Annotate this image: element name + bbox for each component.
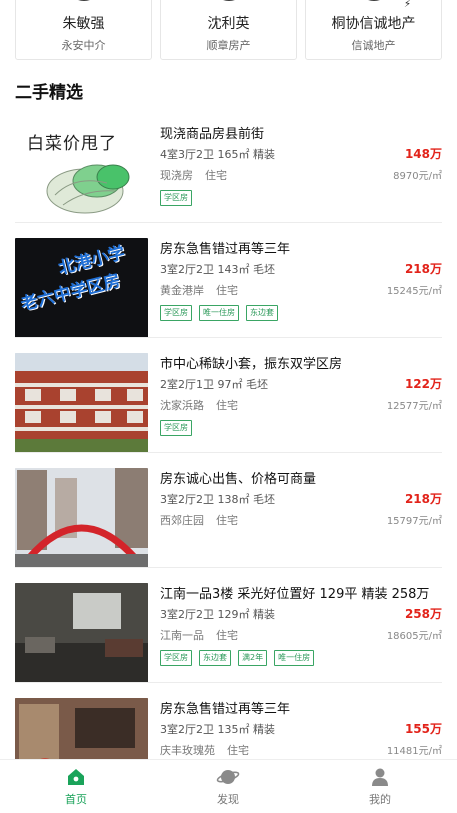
unit-price: 15797元/㎡ — [386, 516, 442, 527]
listing-thumbnail — [15, 353, 148, 453]
tag: 学区房 — [160, 650, 192, 666]
tag: 满2年 — [238, 650, 268, 666]
tab-discover[interactable]: 发现 — [152, 766, 304, 807]
listing-location: 沈家浜路 住宅 — [160, 397, 238, 413]
bottom-tab-bar: 首页 发现 我的 — [0, 759, 457, 813]
avatar — [65, 0, 102, 1]
tab-home[interactable]: 首页 — [0, 766, 152, 807]
listing-spec: 3室2厅2卫 129㎡ 精装 — [160, 608, 275, 621]
tag-list: 学区房 东边套 满2年 唯一住房 — [160, 645, 321, 666]
tag: 学区房 — [160, 305, 192, 321]
unit-price: 8970元/㎡ — [393, 171, 442, 182]
tab-label: 首页 — [65, 793, 87, 806]
planet-icon — [152, 766, 304, 788]
agent-company: 永安中介 — [61, 39, 106, 52]
building-photo — [15, 353, 148, 453]
tab-label: 发现 — [217, 793, 239, 806]
listing-thumbnail — [15, 698, 148, 760]
agent-strip: 朱敏强 永安中介 沈利英 顺章房产 ⚡ 桐协信诚地产 信诚地产 — [0, 0, 457, 62]
agent-name: 桐协信诚地产 — [331, 16, 416, 32]
property-type: 住宅 — [205, 169, 227, 182]
agent-card[interactable]: 沈利英 顺章房产 — [160, 0, 297, 60]
listing-spec: 3室2厅2卫 143㎡ 毛坯 — [160, 263, 275, 276]
agent-card[interactable]: ⚡ 桐协信诚地产 信诚地产 — [305, 0, 442, 60]
tag: 学区房 — [160, 190, 192, 206]
listing-title: 市中心稀缺小套，振东双学区房 — [160, 357, 343, 372]
tab-label: 我的 — [369, 793, 391, 806]
listing-location: 现浇房 住宅 — [160, 167, 227, 183]
listing-price: 218万 — [404, 262, 442, 276]
unit-price: 11481元/㎡ — [386, 746, 442, 757]
listing-item[interactable]: 江南一品3楼 采光好位置好 129平 精装 258万 3室2厅2卫 129㎡ 精… — [0, 568, 457, 683]
listing-list[interactable]: 白菜价甩了 现浇商品房县前街 4室3厅2卫 165㎡ 精装 148万 现浇房 住宅… — [0, 108, 457, 760]
agent-name: 朱敏强 — [62, 16, 105, 32]
listing-price: 155万 — [404, 722, 442, 736]
section-title: 二手精选 — [15, 83, 83, 103]
home-icon — [0, 766, 152, 788]
tag: 学区房 — [160, 420, 192, 436]
property-type: 住宅 — [216, 629, 238, 642]
listing-item[interactable]: 市中心稀缺小套，振东双学区房 2室2厅1卫 97㎡ 毛坯 122万 沈家浜路 住宅… — [0, 338, 457, 453]
listing-price: 148万 — [404, 147, 442, 161]
community-name: 现浇房 — [160, 169, 193, 182]
interior-photo — [15, 698, 148, 760]
agent-card[interactable]: 朱敏强 永安中介 — [15, 0, 152, 60]
listing-price: 122万 — [404, 377, 442, 391]
property-type: 住宅 — [216, 284, 238, 297]
listing-thumbnail — [15, 583, 148, 683]
tag: 唯一住房 — [199, 305, 239, 321]
listing-title: 房东急售错过再等三年 — [160, 242, 291, 257]
listing-location: 西郊庄园 住宅 — [160, 512, 238, 528]
agent-company: 信诚地产 — [351, 39, 396, 52]
community-name: 庆丰玫瑰苑 — [160, 744, 215, 757]
unit-price: 15245元/㎡ — [386, 286, 442, 297]
listing-spec: 3室2厅2卫 138㎡ 毛坯 — [160, 493, 275, 506]
avatar — [210, 0, 247, 1]
tag-list: 学区房 — [160, 185, 199, 206]
listing-price: 218万 — [404, 492, 442, 506]
listing-title: 房东诚心出售、价格可商量 — [160, 472, 317, 487]
unit-price: 18605元/㎡ — [386, 631, 442, 642]
community-name: 江南一品 — [160, 629, 204, 642]
unit-price: 12577元/㎡ — [386, 401, 442, 412]
listing-spec: 3室2厅2卫 135㎡ 精装 — [160, 723, 275, 736]
community-name: 黄金港岸 — [160, 284, 204, 297]
listing-location: 江南一品 住宅 — [160, 627, 238, 643]
listing-item[interactable]: 北港小学 老六中学区房 房东急售错过再等三年 3室2厅2卫 143㎡ 毛坯 21… — [0, 223, 457, 338]
living-room-photo — [15, 583, 148, 683]
tab-profile[interactable]: 我的 — [304, 766, 456, 807]
user-icon — [304, 766, 456, 788]
listing-item[interactable]: 房东急售错过再等三年 3室2厅2卫 135㎡ 精装 155万 庆丰玫瑰苑 住宅 1… — [0, 683, 457, 760]
listing-item[interactable]: 白菜价甩了 现浇商品房县前街 4室3厅2卫 165㎡ 精装 148万 现浇房 住宅… — [0, 108, 457, 223]
listing-price: 258万 — [404, 607, 442, 621]
listing-item[interactable]: 房东诚心出售、价格可商量 3室2厅2卫 138㎡ 毛坯 218万 西郊庄园 住宅 … — [0, 453, 457, 568]
listing-title: 江南一品3楼 采光好位置好 129平 精装 258万 — [160, 587, 430, 602]
listing-spec: 4室3厅2卫 165㎡ 精装 — [160, 148, 275, 161]
property-type: 住宅 — [227, 744, 249, 757]
listing-spec: 2室2厅1卫 97㎡ 毛坯 — [160, 378, 268, 391]
tag: 东边套 — [199, 650, 231, 666]
listing-title: 房东急售错过再等三年 — [160, 702, 291, 717]
community-name: 西郊庄园 — [160, 514, 204, 527]
listing-location: 庆丰玫瑰苑 住宅 — [160, 742, 249, 758]
community-name: 沈家浜路 — [160, 399, 204, 412]
tag-list: 学区房 — [160, 415, 199, 436]
listing-thumbnail: 白菜价甩了 — [15, 123, 148, 223]
listing-thumbnail — [15, 468, 148, 568]
property-type: 住宅 — [216, 399, 238, 412]
listing-title: 现浇商品房县前街 — [160, 127, 265, 142]
listing-location: 黄金港岸 住宅 — [160, 282, 238, 298]
bolt-icon: ⚡ — [403, 0, 411, 10]
tag: 东边套 — [246, 305, 278, 321]
avatar — [355, 0, 392, 1]
tag-list: 学区房 唯一住房 东边套 — [160, 300, 285, 321]
agent-company: 顺章房产 — [206, 39, 251, 52]
cabbage-illustration — [46, 164, 130, 214]
tag: 唯一住房 — [274, 650, 315, 666]
complex-gate-photo — [15, 468, 148, 568]
agent-name: 沈利英 — [207, 16, 250, 32]
property-type: 住宅 — [216, 514, 238, 527]
listing-thumbnail: 北港小学 老六中学区房 — [15, 238, 148, 338]
